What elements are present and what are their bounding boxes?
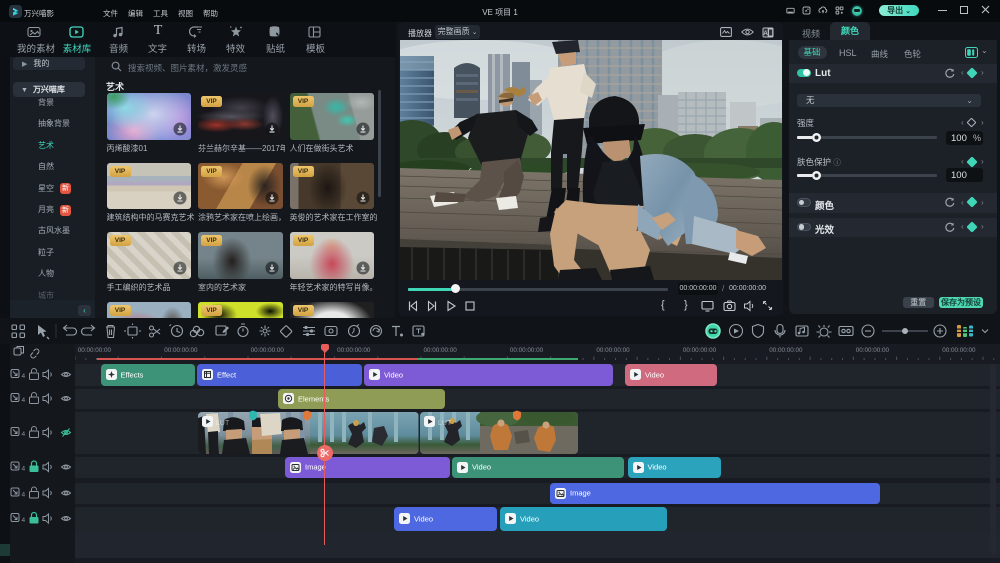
svg-text:4: 4 (22, 466, 26, 473)
svg-text:LUT: LUT (438, 420, 452, 427)
svg-text:LUT: LUT (216, 420, 230, 427)
svg-text:A: A (763, 31, 768, 37)
svg-text:4: 4 (22, 431, 26, 438)
svg-text:4: 4 (22, 517, 26, 524)
svg-text:4: 4 (22, 373, 26, 380)
svg-text:4: 4 (22, 492, 26, 499)
svg-text:4: 4 (22, 397, 26, 404)
